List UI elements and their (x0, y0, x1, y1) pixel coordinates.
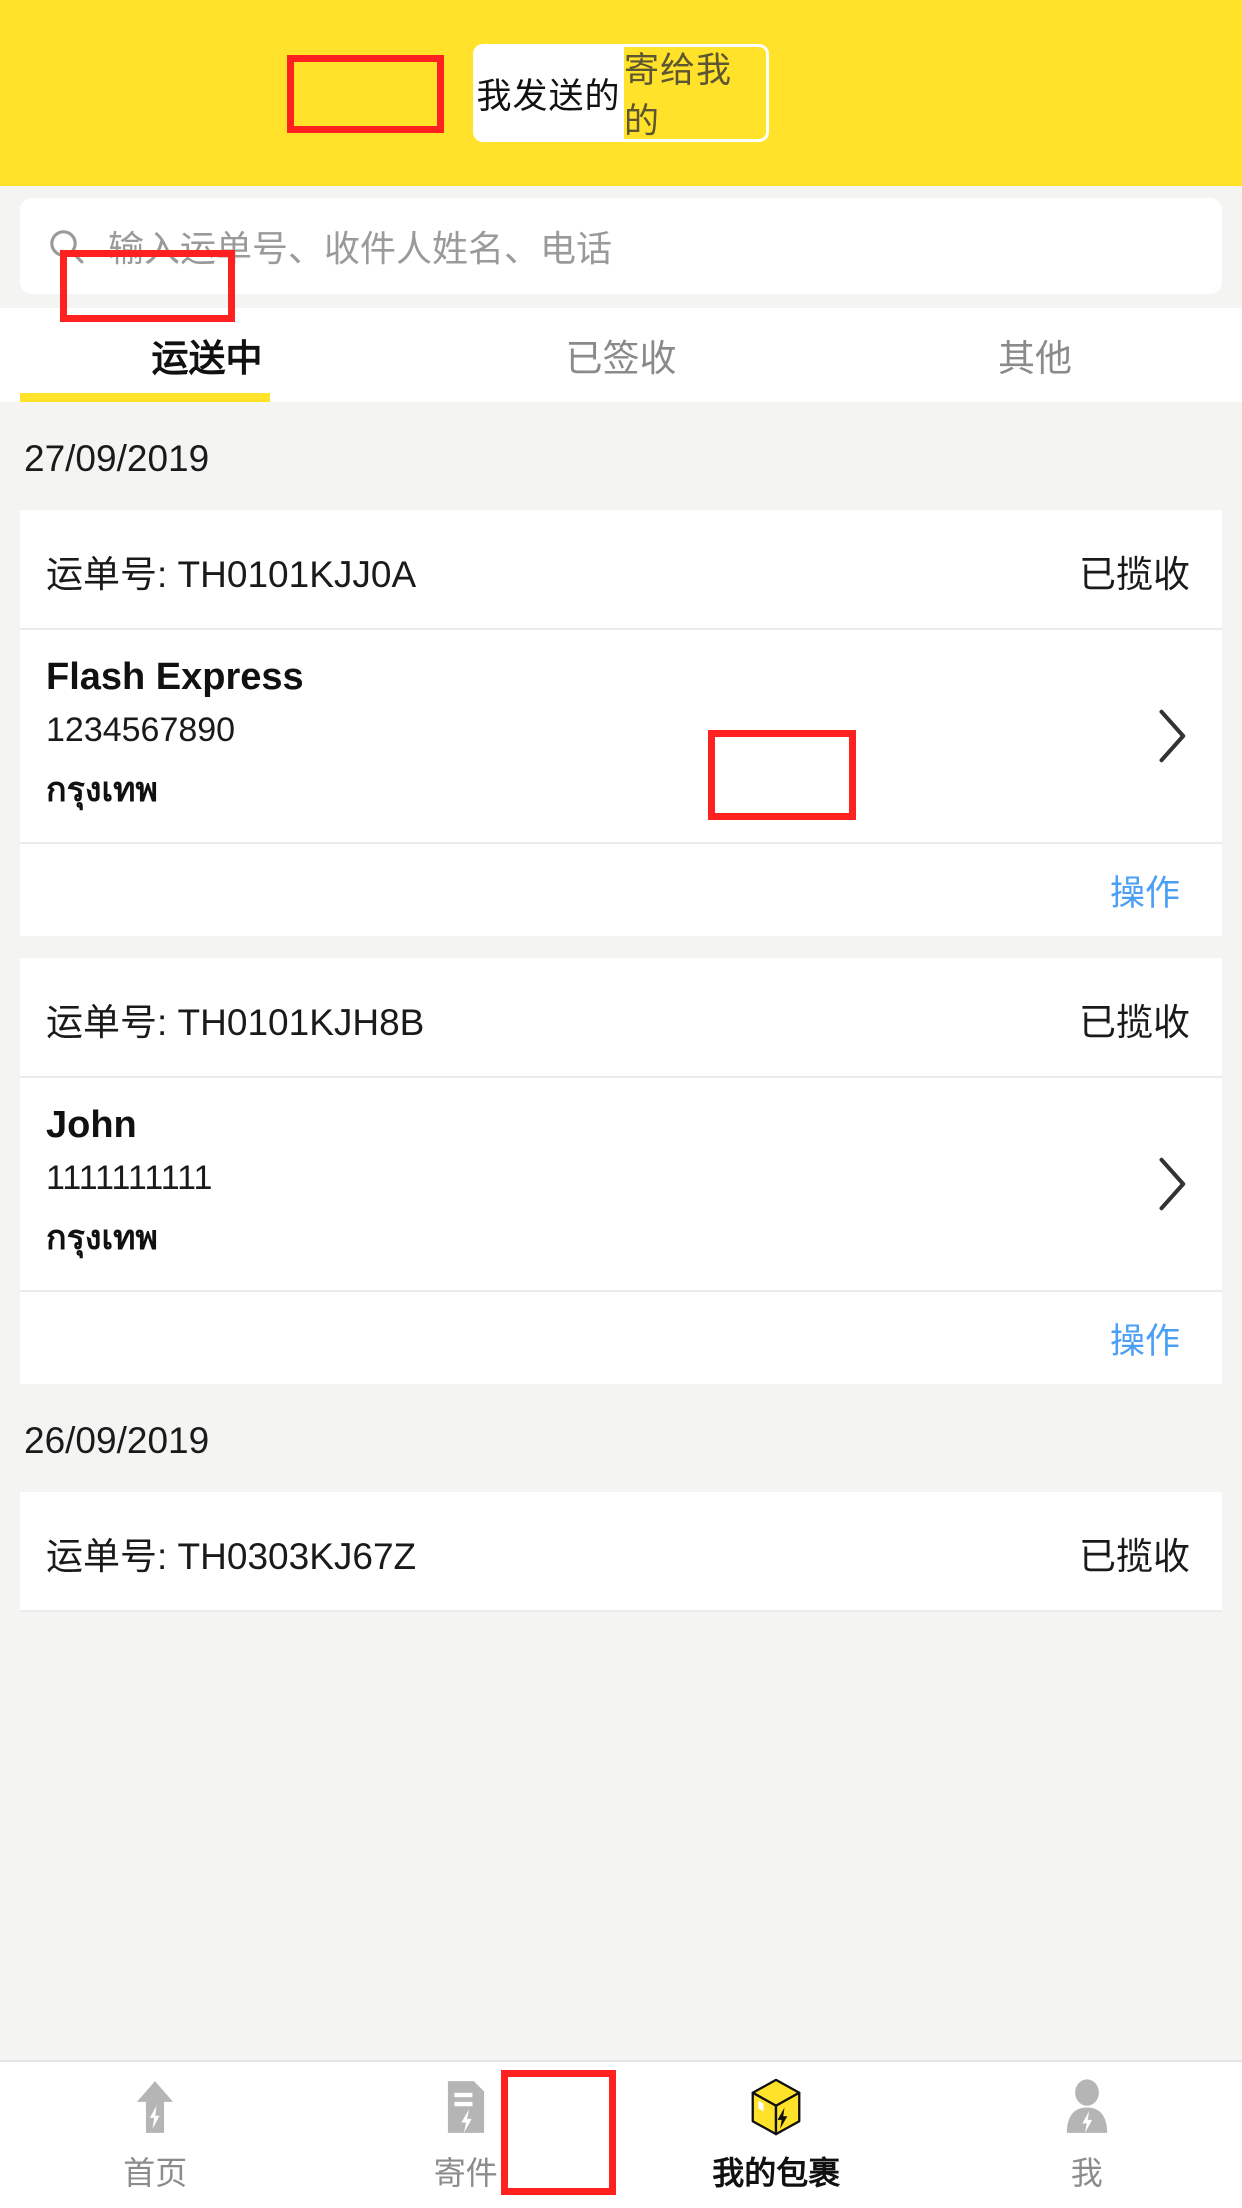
action-button[interactable]: 操作 (1110, 865, 1180, 916)
app-root: 我发送的 寄给我的 输入运单号、收件人姓名、电话 运送中 已签收 其他 27/0… (0, 0, 1242, 2208)
search-icon (50, 230, 84, 264)
nav-item-my-parcels-label: 我的包裹 (712, 2155, 841, 2191)
tab-other-label: 其他 (998, 338, 1072, 379)
recipient-name: John (46, 1104, 137, 1146)
nav-item-home[interactable]: 首页 (0, 2062, 311, 2208)
home-arrow-icon (137, 2081, 174, 2133)
tab-in-transit-label: 运送中 (151, 338, 263, 379)
nav-item-profile[interactable]: 我 (932, 2062, 1242, 2208)
nav-item-home-label: 首页 (123, 2155, 188, 2191)
active-tab-underline (20, 393, 270, 402)
card-detail-row[interactable]: Flash Express 1234567890 กรุงเทพ (20, 630, 1222, 844)
chevron-right-icon[interactable] (1156, 708, 1190, 764)
status-badge: 已揽收 (1079, 554, 1190, 595)
parcel-card[interactable]: 运单号: TH0303KJ67Z 已揽收 (20, 1492, 1222, 1612)
segment-sent-by-me[interactable]: 我发送的 (473, 44, 621, 142)
card-gap (0, 936, 1242, 958)
card-detail-row[interactable]: John 1111111111 กรุงเทพ (20, 1078, 1222, 1292)
tab-other[interactable]: 其他 (828, 328, 1242, 382)
nav-item-my-parcels[interactable]: 我的包裹 (621, 2062, 932, 2208)
recipient-phone: 1111111111 (46, 1159, 213, 1197)
bottom-navigation: 首页 寄件 我的包裹 我 (0, 2060, 1242, 2208)
card-action-row: 操作 (20, 1292, 1222, 1384)
document-pen-icon (447, 2081, 484, 2133)
card-header-row: 运单号: TH0303KJ67Z 已揽收 (20, 1492, 1222, 1612)
date-header: 26/09/2019 (24, 1420, 210, 1461)
status-badge: 已揽收 (1079, 1536, 1190, 1577)
waybill-number: 运单号: TH0101KJJ0A (46, 554, 417, 595)
search-bar[interactable]: 输入运单号、收件人姓名、电话 (20, 198, 1222, 294)
app-header: 我发送的 寄给我的 (0, 0, 1242, 186)
recipient-address: กรุงเทพ (46, 771, 158, 809)
recipient-name: Flash Express (46, 656, 304, 698)
tab-in-transit[interactable]: 运送中 (0, 328, 414, 382)
recipient-address: กรุงเทพ (46, 1219, 158, 1257)
segment-sent-to-me[interactable]: 寄给我的 (621, 44, 769, 142)
segment-sent-to-me-label: 寄给我的 (624, 51, 733, 141)
card-action-row: 操作 (20, 844, 1222, 936)
recipient-block: John 1111111111 กรุงเทพ (46, 1104, 212, 1264)
waybill-number: 运单号: TH0101KJH8B (46, 1002, 425, 1043)
waybill-number: 运单号: TH0303KJ67Z (46, 1536, 417, 1577)
recipient-block: Flash Express 1234567890 กรุงเทพ (46, 656, 304, 816)
parcel-card[interactable]: 运单号: TH0101KJJ0A 已揽收 Flash Express 12345… (20, 510, 1222, 936)
parcel-card[interactable]: 运单号: TH0101KJH8B 已揽收 John 1111111111 กรุ… (20, 958, 1222, 1384)
tab-signed-label: 已签收 (565, 338, 677, 379)
parcel-box-icon (751, 2078, 801, 2136)
recipient-phone: 1234567890 (46, 711, 236, 749)
tab-signed[interactable]: 已签收 (414, 328, 828, 382)
nav-item-profile-label: 我 (1070, 2155, 1103, 2191)
chevron-right-icon[interactable] (1156, 1156, 1190, 1212)
date-header: 27/09/2019 (24, 438, 210, 479)
nav-item-send[interactable]: 寄件 (311, 2062, 622, 2208)
action-button[interactable]: 操作 (1110, 1313, 1180, 1364)
card-header-row: 运单号: TH0101KJJ0A 已揽收 (20, 510, 1222, 630)
sender-receiver-toggle[interactable]: 我发送的 寄给我的 (473, 44, 769, 142)
nav-item-send-label: 寄件 (433, 2155, 498, 2191)
card-header-row: 运单号: TH0101KJH8B 已揽收 (20, 958, 1222, 1078)
segment-sent-by-me-label: 我发送的 (476, 76, 621, 116)
search-input[interactable]: 输入运单号、收件人姓名、电话 (108, 220, 612, 272)
status-tabs: 运送中 已签收 其他 (0, 308, 1242, 402)
search-section: 输入运单号、收件人姓名、电话 (0, 186, 1242, 294)
status-badge: 已揽收 (1079, 1002, 1190, 1043)
parcel-list: 27/09/2019 运单号: TH0101KJJ0A 已揽收 Flash Ex… (0, 402, 1242, 1612)
person-icon (1066, 2079, 1107, 2133)
